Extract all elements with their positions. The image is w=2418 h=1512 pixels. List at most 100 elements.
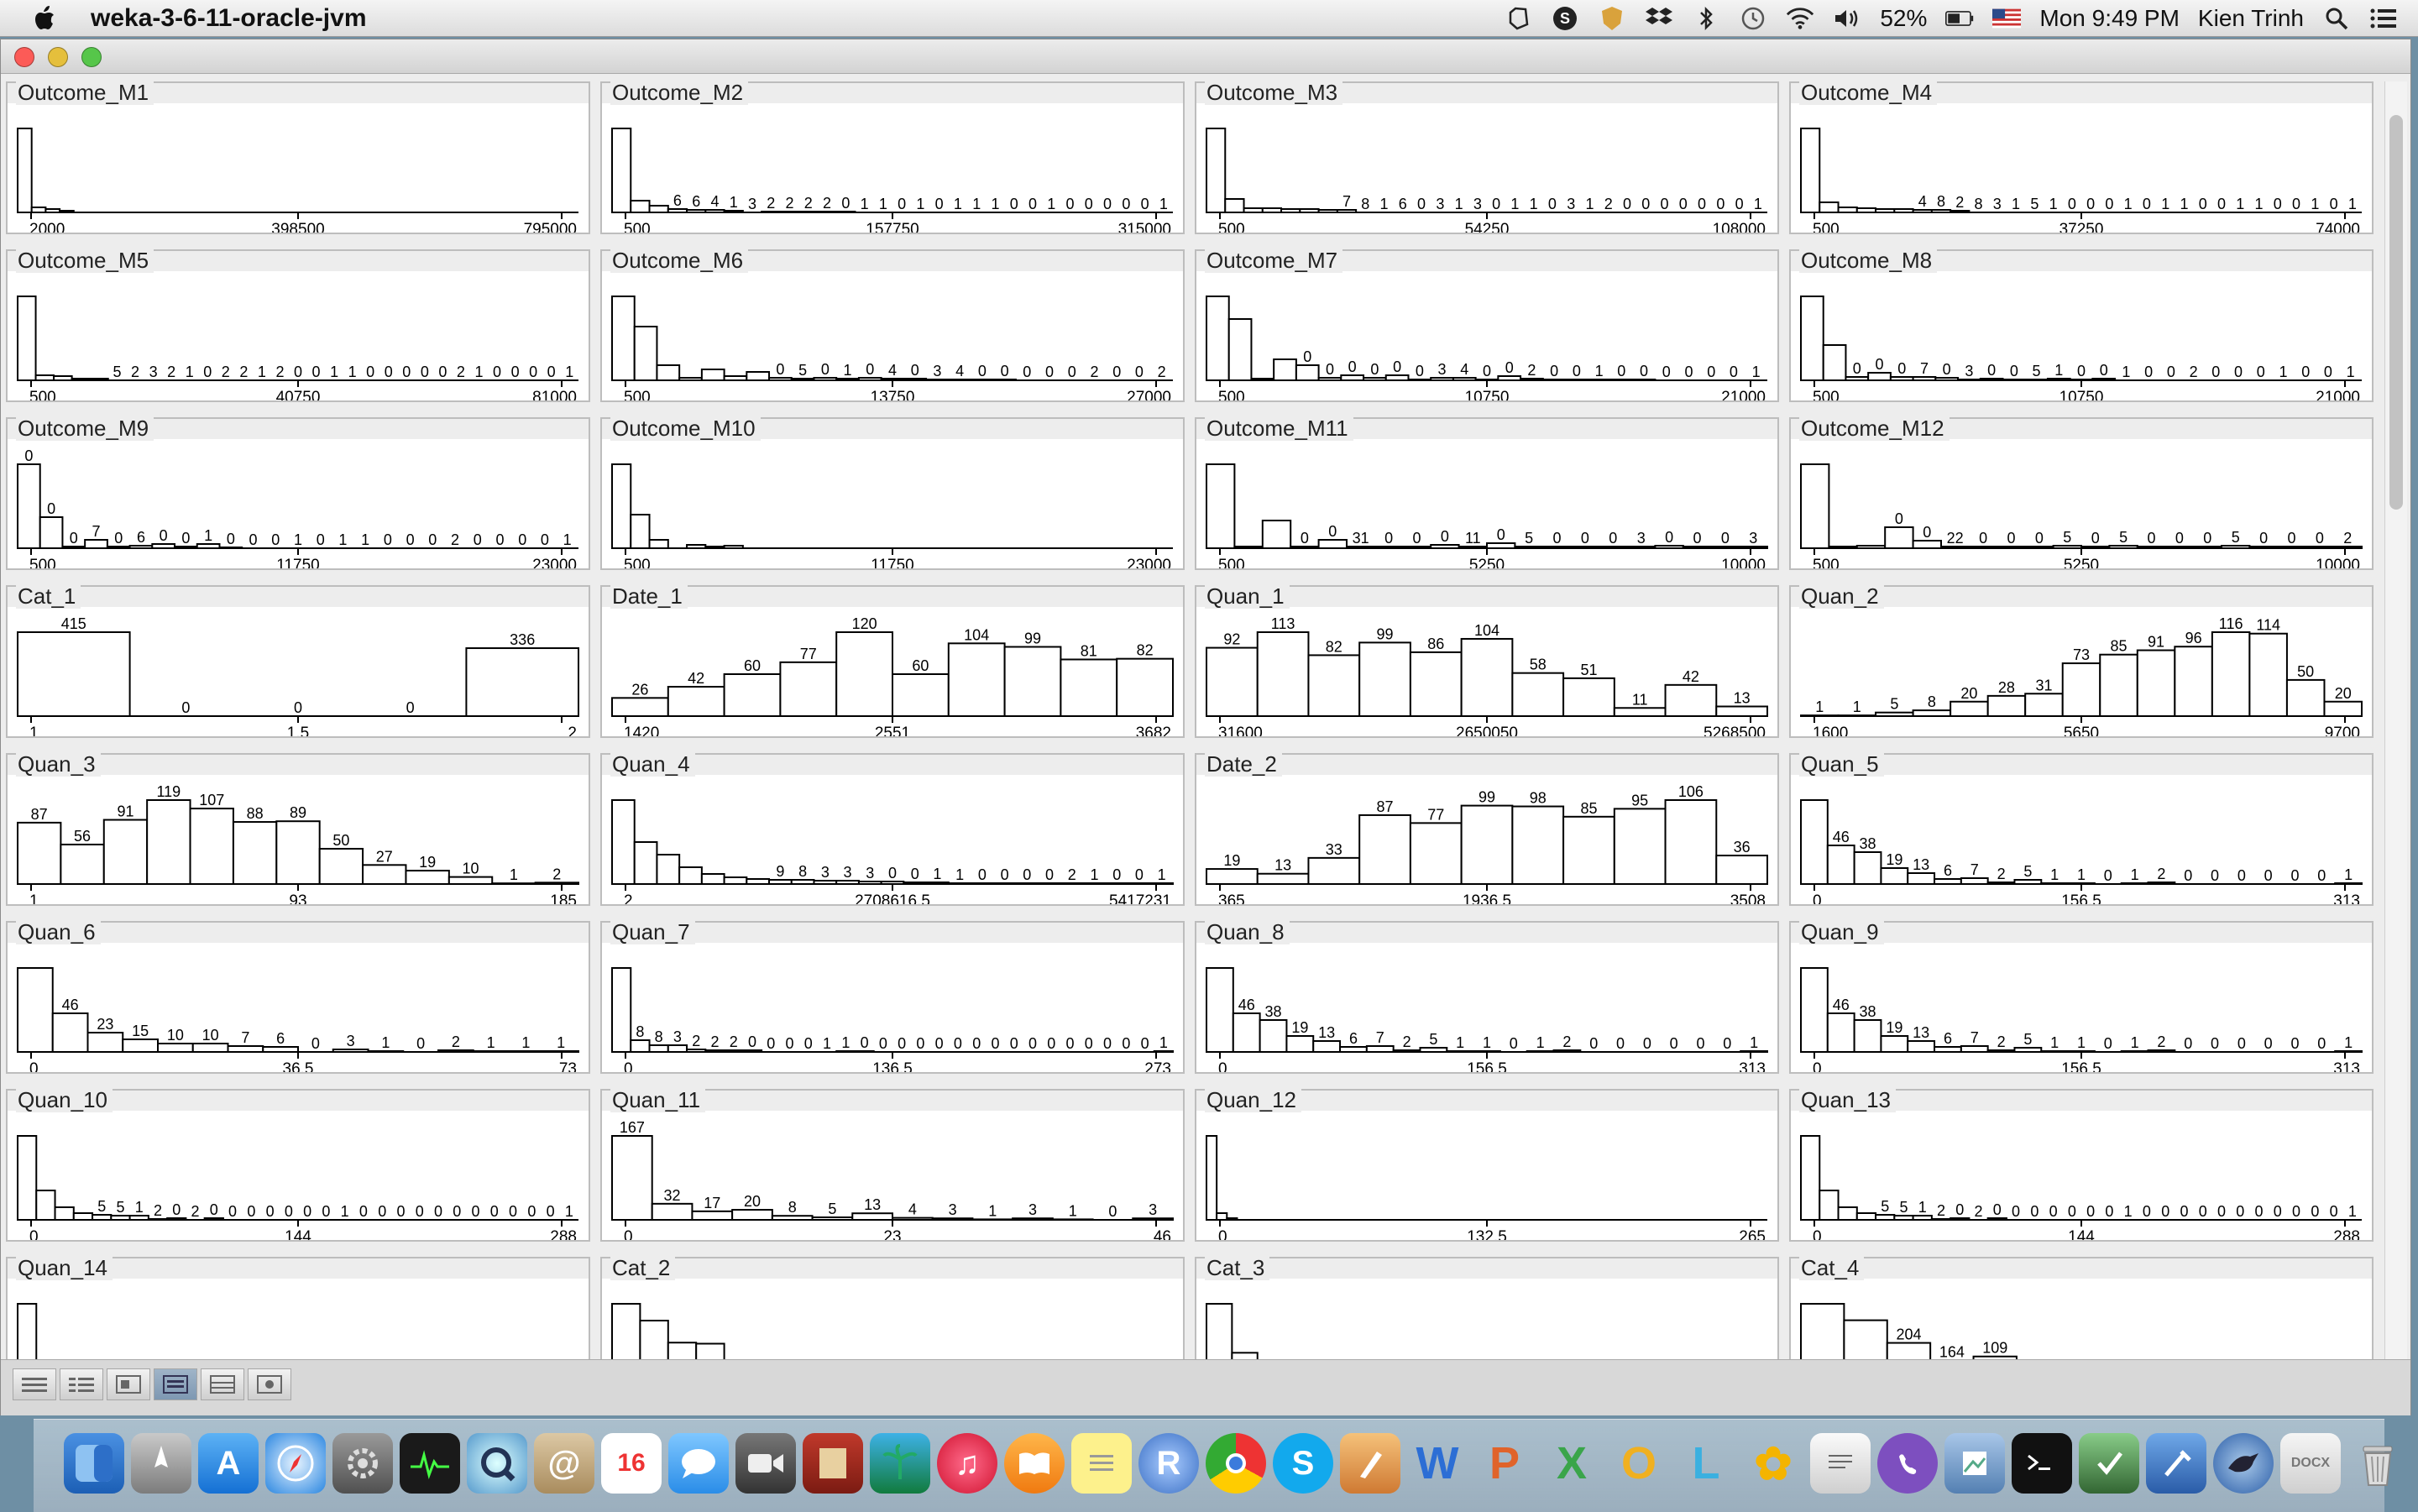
- skype-dock-icon[interactable]: S: [1273, 1433, 1333, 1494]
- user-name[interactable]: Kien Trinh: [2198, 5, 2304, 32]
- time-machine-icon[interactable]: [1739, 4, 1767, 33]
- apple-icon[interactable]: [29, 2, 62, 35]
- spotlight-search-icon[interactable]: [2322, 4, 2351, 33]
- volume-icon[interactable]: [1833, 4, 1861, 33]
- iphoto-icon[interactable]: [870, 1433, 930, 1494]
- histogram-panel[interactable]: Quan_13 5 5 1 2 0 2 0 0 0 0 0 0 0 1 0 0 0 0 0 0 0 0 0 0 0 1 0 144 288: [1789, 1087, 2374, 1242]
- histogram-panel[interactable]: Outcome_M1 2000 398500 795000: [6, 81, 590, 234]
- image-view-button[interactable]: [248, 1368, 291, 1400]
- excel-icon[interactable]: X: [1541, 1433, 1602, 1494]
- battery-icon[interactable]: [1945, 4, 1974, 33]
- app-name[interactable]: weka-3-6-11-oracle-jvm: [91, 4, 367, 33]
- terminal-icon[interactable]: [2012, 1433, 2072, 1494]
- notification-center-icon[interactable]: [2369, 4, 2398, 33]
- histogram-panel[interactable]: Cat_1 415 0 0 0 336 1 1.5 2: [6, 583, 590, 738]
- histogram-panel[interactable]: Quan_5 46 38 19 13 6 7 2 5 1 1 0 1 2 0 0 0 0 0 0 1 0 156.5 313: [1789, 751, 2374, 906]
- histogram-bar: [723, 673, 782, 717]
- histogram-panel[interactable]: Quan_6 46 23 15 10 10 7 6 0 3 1 0 2 1 1 1 0 36.5 73: [6, 919, 590, 1074]
- system-preferences-icon[interactable]: [332, 1433, 393, 1494]
- count-label: 1: [954, 196, 962, 212]
- us-flag-icon[interactable]: [1992, 4, 2022, 33]
- histogram-panel[interactable]: Outcome_M11 0 0 31 0 0 0 11 0 5 0 0 0 3 0 0 0 3 500 5250 100…: [1195, 416, 1779, 570]
- histogram-panel[interactable]: Quan_3 87 56 91 119 107 88 89 50 27 19 10 1 2 1 93 185: [6, 751, 590, 906]
- r-icon[interactable]: R: [1138, 1433, 1199, 1494]
- preview-icon[interactable]: [1944, 1433, 2005, 1494]
- word-icon[interactable]: W: [1407, 1433, 1468, 1494]
- bluetooth-icon[interactable]: [1692, 4, 1720, 33]
- detail-view-button[interactable]: [60, 1368, 103, 1400]
- histogram-chart: 000 7 0 6 0 0 1 0 0 0 1 0 1 1 0 0 0 2 0 0 0 0 1500 11750 23000: [17, 447, 578, 568]
- histogram-panel[interactable]: Quan_1 92 113 82 99 86 104 58 51 11 42 13 31600 26500…: [1195, 583, 1779, 738]
- chrome-icon[interactable]: [1206, 1433, 1266, 1494]
- chart-view-button[interactable]: [107, 1368, 150, 1400]
- histogram-panel[interactable]: Outcome_M5 5 2 3 2 1 0 2 2 1 2 0 0 1 1 0 0 0 0 0 2 1 0 0 0 0 1 500 4…: [6, 248, 590, 402]
- axis-tick-label: 156.5: [1467, 1060, 1507, 1072]
- lync-icon[interactable]: L: [1676, 1433, 1736, 1494]
- histogram-panel[interactable]: Quan_7 8 8 3 2 2 2 0 0 0 0 1 1 0 0 0 0 0 0 0 0 0 0 0 0 0 0 0 0 1 0 136.…: [600, 919, 1185, 1074]
- outlook-icon[interactable]: O: [1609, 1433, 1669, 1494]
- checklist-icon[interactable]: [2079, 1433, 2139, 1494]
- histogram-panel[interactable]: Quan_9 46 38 19 13 6 7 2 5 1 1 0 1 2 0 0 0 0 0 0 1 0 156.5 313: [1789, 919, 2374, 1074]
- activity-monitor-icon[interactable]: [400, 1433, 460, 1494]
- skype-icon[interactable]: S: [1551, 4, 1579, 33]
- documents-stack-icon[interactable]: DOCX: [2280, 1433, 2341, 1494]
- window-titlebar[interactable]: [1, 39, 2410, 74]
- histogram-panel[interactable]: Outcome_M2 6 6 4 1 3 2 2 2 2 0 1 1 0 1 0 1 1 1 0 0 1 0 0 0 0 0 1 500…: [600, 81, 1185, 234]
- histogram-panel[interactable]: Outcome_M8 0 0 0 7 0 3 0 0 5 1 0 0 1 0 0 2 0 0 0 1 0 0 1 500 1075…: [1789, 248, 2374, 402]
- launchpad-icon[interactable]: [131, 1433, 191, 1494]
- weka-bird-icon[interactable]: [2213, 1433, 2274, 1494]
- count-label: 0: [406, 531, 415, 548]
- scrollbar-thumb[interactable]: [2389, 115, 2403, 510]
- trash-icon[interactable]: [2347, 1433, 2408, 1494]
- contacts-icon[interactable]: @: [534, 1433, 594, 1494]
- stickies-icon[interactable]: [1071, 1433, 1132, 1494]
- histogram-panel[interactable]: Quan_10 5 5 1 2 0 2 0 0 0 0 0 0 0 1 0 0 0 0 0 0 0 0 0 0 0 1 0 144 288: [6, 1087, 590, 1242]
- evernote-icon[interactable]: [1504, 4, 1532, 33]
- dock: A @ 16 ♫ R S W P X O L ✿ DOCX: [34, 1419, 2393, 1512]
- histogram-panel[interactable]: Date_1 26 42 60 77 120 60 104 99 81 82 1420 2551 3682: [600, 583, 1185, 738]
- histogram-panel[interactable]: Outcome_M6 0 5 0 1 0 4 0 3 4 0 0 0 0 0 2 0 0 2 500 13750 2700…: [600, 248, 1185, 402]
- histogram-panel[interactable]: Outcome_M12 0 0 22 0 0 0 5 0 5 0 0 0 5 0 0 0 2 500 5250 1000…: [1789, 416, 2374, 570]
- histogram-panel[interactable]: Quan_2 1 1 5 8 20 28 31 73 85 91 96 116 114 50 20 1600 56…: [1789, 583, 2374, 738]
- powerpoint-icon[interactable]: P: [1474, 1433, 1535, 1494]
- quicktime-icon[interactable]: [467, 1433, 527, 1494]
- histogram-bar: [1060, 882, 1085, 885]
- histogram-panel[interactable]: Outcome_M7 0 0 0 0 0 0 3 4 0 0 2 0 0 1 0 0 0 0 0 0 1 500 10750 2…: [1195, 248, 1779, 402]
- flower-app-icon[interactable]: ✿: [1743, 1433, 1803, 1494]
- histogram-panel[interactable]: Quan_11 167 32 17 20 8 5 13 4 3 1 3 1 0 3 0 23 46: [600, 1087, 1185, 1242]
- histogram-bar: [61, 546, 86, 549]
- app-store-icon[interactable]: A: [198, 1433, 259, 1494]
- textedit-icon[interactable]: [1810, 1433, 1871, 1494]
- ibooks-icon[interactable]: [1004, 1433, 1065, 1494]
- close-button[interactable]: [14, 47, 34, 67]
- histogram-panel[interactable]: Outcome_M3 7 8 1 6 0 3 1 3 0 1 1 0 3 1 2 0 0 0 0 0 0 0 1 500 5425…: [1195, 81, 1779, 234]
- photo-booth-icon[interactable]: [803, 1433, 863, 1494]
- vertical-scrollbar[interactable]: [2384, 81, 2407, 1400]
- zoom-button[interactable]: [81, 47, 102, 67]
- histogram-panel[interactable]: Outcome_M4 4 8 2 8 3 1 5 1 0 0 0 1 0 1 1 0 0 1 1 0 0 1 0 1 500 372…: [1789, 81, 2374, 234]
- table-view-button[interactable]: [201, 1368, 244, 1400]
- dropbox-icon[interactable]: [1645, 4, 1673, 33]
- clock[interactable]: Mon 9:49 PM: [2039, 5, 2180, 32]
- histogram-panel[interactable]: Outcome_M9 0 0 0 7 0 6 0 0 1 0 0 0 1 0 1 1 0 0 0 2 0 0 0 0 1 500 11…: [6, 416, 590, 570]
- itunes-icon[interactable]: ♫: [937, 1433, 997, 1494]
- viber-icon[interactable]: [1877, 1433, 1938, 1494]
- histogram-panel[interactable]: Outcome_M10 500 11750 23000: [600, 416, 1185, 570]
- xcode-icon[interactable]: [2146, 1433, 2206, 1494]
- wifi-icon[interactable]: [1786, 4, 1814, 33]
- list-view-button[interactable]: [13, 1368, 56, 1400]
- messages-icon[interactable]: [668, 1433, 729, 1494]
- histogram-panel[interactable]: Date_2 19 13 33 87 77 99 98 85 95 106 36 365 1936.5 35…: [1195, 751, 1779, 906]
- count-label: 20: [1960, 685, 1977, 702]
- histogram-panel[interactable]: Quan_4 9 8 3 3 3 0 0 1 1 0 0 0 0 2 1 0 0 1 2 2708616.5 541723…: [600, 751, 1185, 906]
- minimize-button[interactable]: [48, 47, 68, 67]
- histogram-panel[interactable]: Quan_8 46 38 19 13 6 7 2 5 1 1 0 1 2 0 0 0 0 0 0 1 0 156.5 313: [1195, 919, 1779, 1074]
- histogram-panel[interactable]: Quan_12 0 132.5 265: [1195, 1087, 1779, 1242]
- grid-view-button[interactable]: [154, 1368, 197, 1400]
- calendar-icon[interactable]: 16: [601, 1433, 662, 1494]
- shield-icon[interactable]: [1598, 4, 1626, 33]
- safari-icon[interactable]: [265, 1433, 326, 1494]
- pages-icon[interactable]: [1340, 1433, 1400, 1494]
- finder-icon[interactable]: [64, 1433, 124, 1494]
- facetime-icon[interactable]: [735, 1433, 796, 1494]
